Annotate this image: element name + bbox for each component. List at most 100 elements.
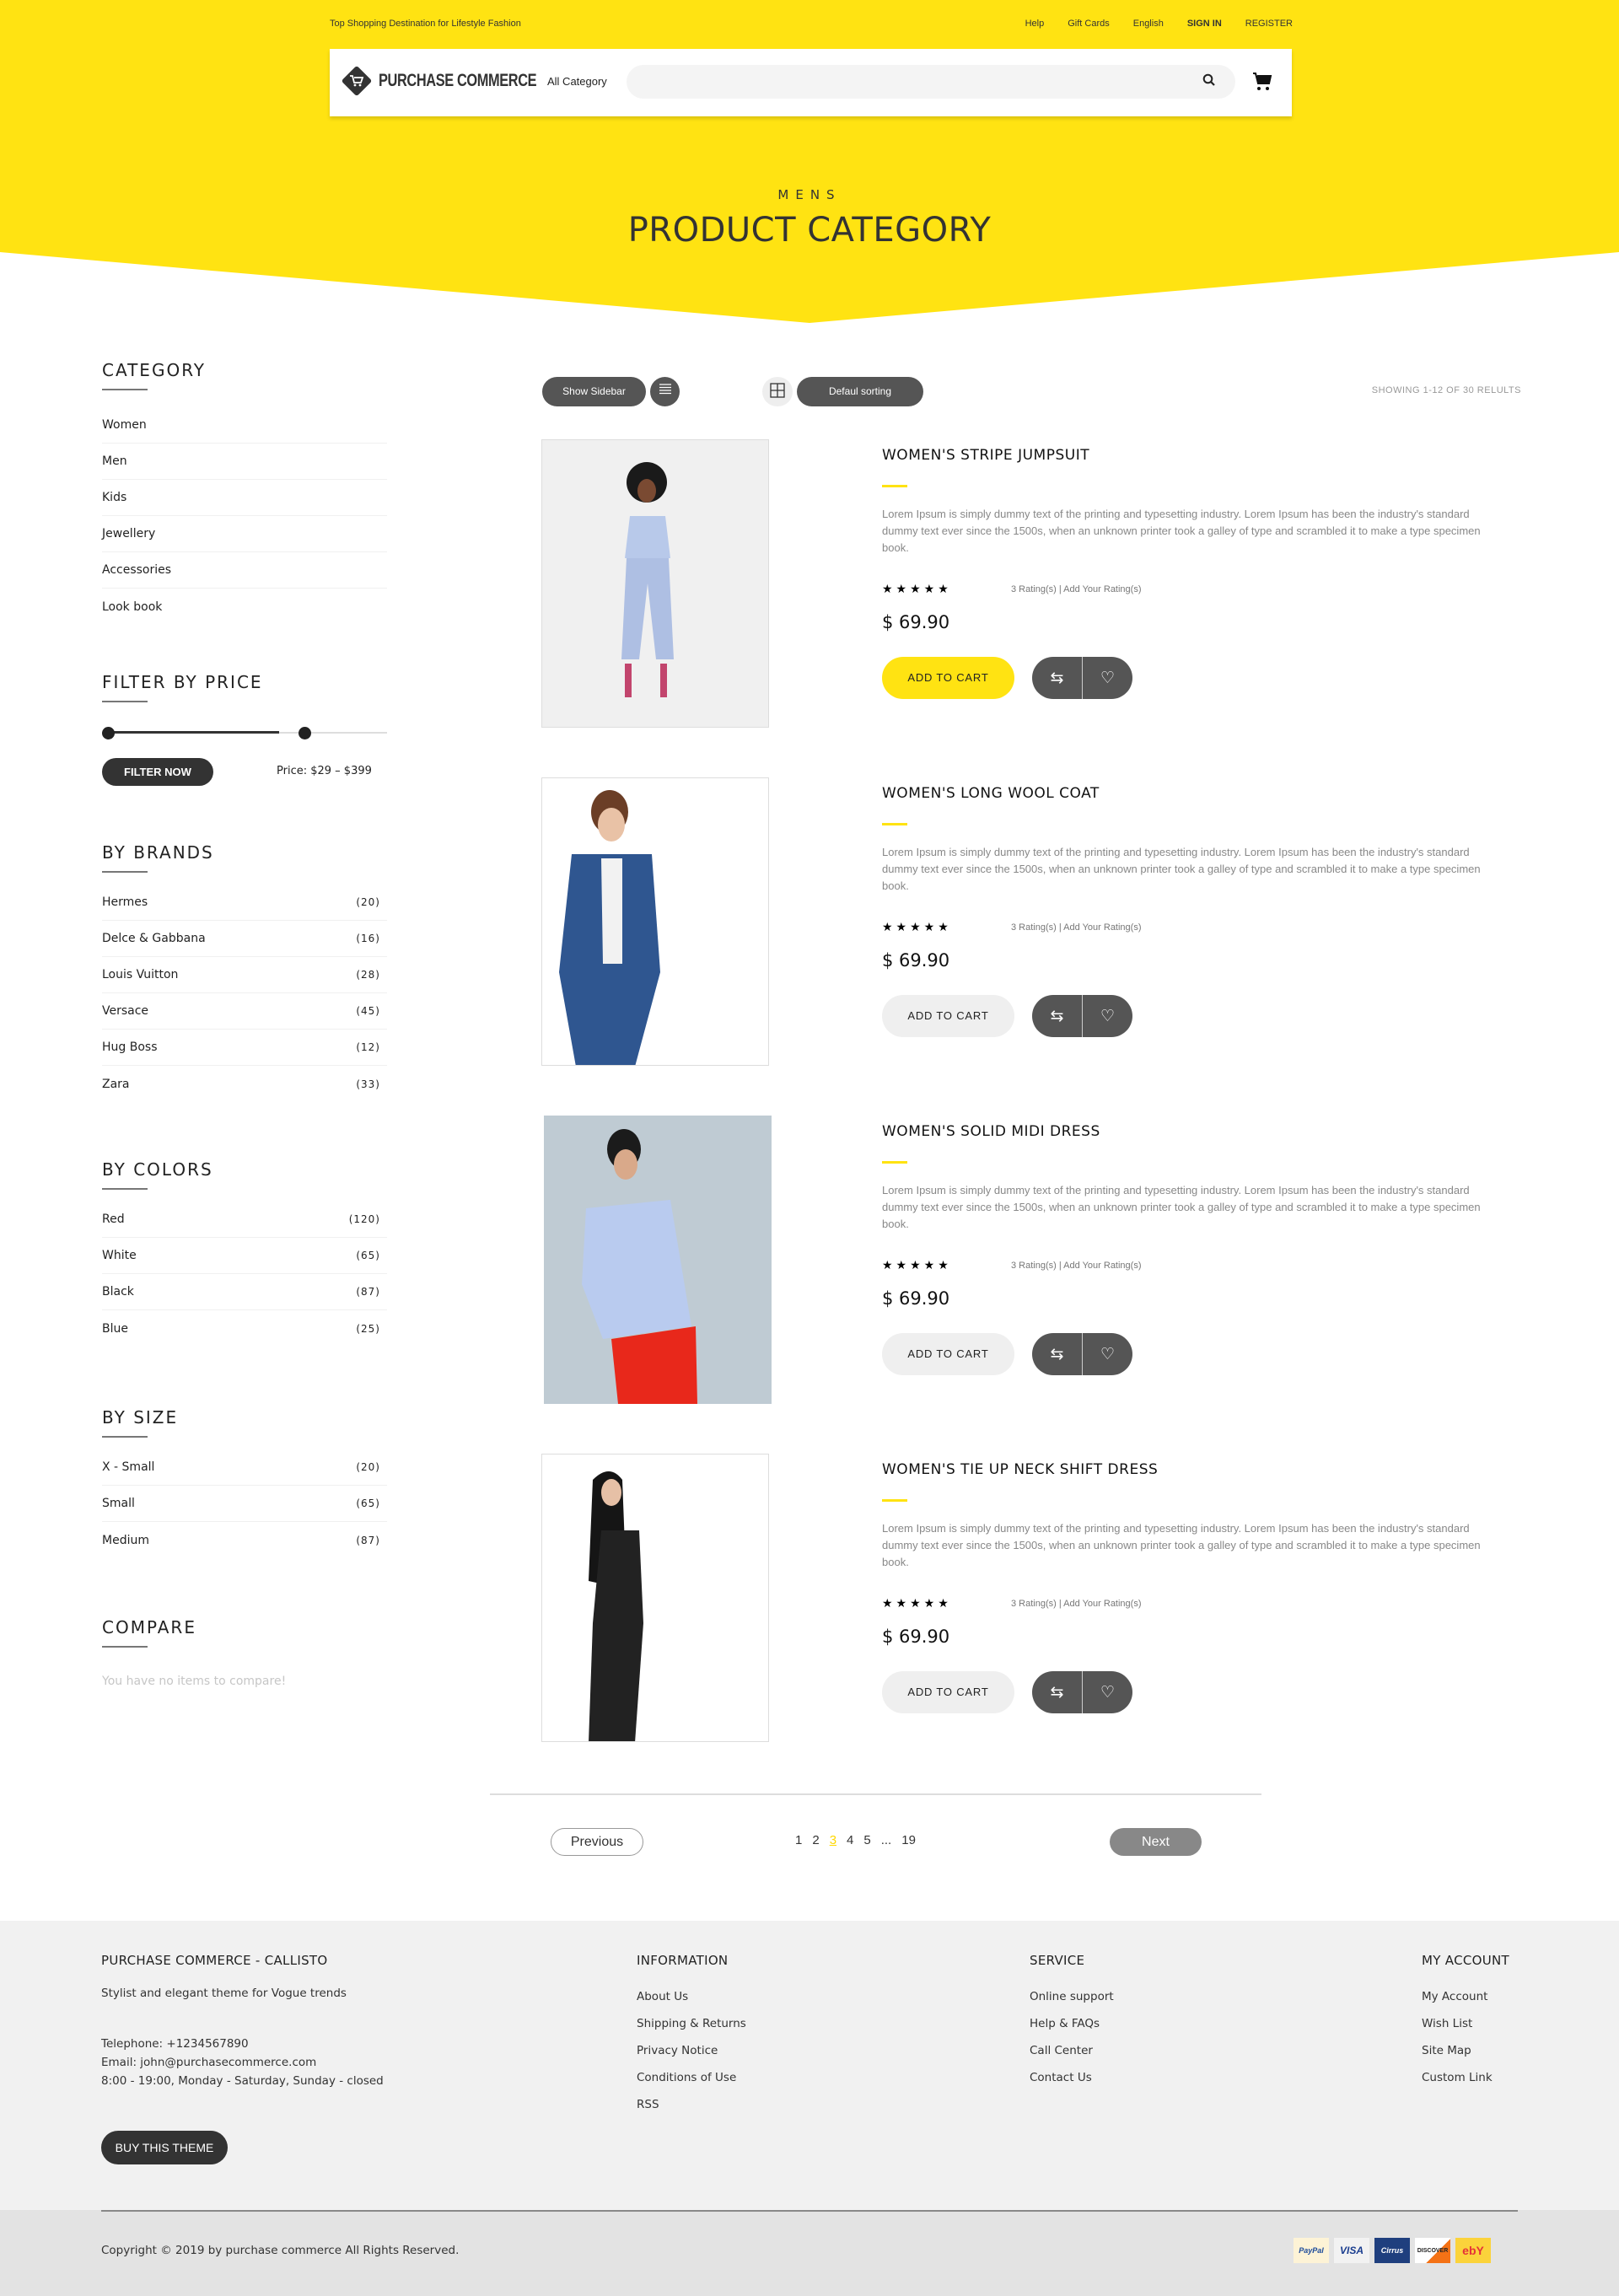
size-item[interactable]: Medium (87): [102, 1522, 387, 1558]
footer-about: PURCHASE COMMERCE - CALLISTO Stylist and…: [101, 1953, 384, 2088]
page-link[interactable]: 2: [812, 1833, 819, 1847]
rating-count-link[interactable]: 3 Rating(s) | Add Your Rating(s): [1011, 922, 1142, 933]
gift-cards-link[interactable]: Gift Cards: [1068, 19, 1110, 29]
heading-underline: [102, 389, 148, 390]
category-item[interactable]: Jewellery: [102, 516, 387, 552]
category-item[interactable]: Women: [102, 407, 387, 444]
compare-icon[interactable]: ⇆: [1032, 657, 1083, 699]
footer-link[interactable]: Privacy Notice: [637, 2037, 746, 2064]
product-image[interactable]: [541, 439, 769, 728]
language-link[interactable]: English: [1133, 19, 1164, 29]
brand-item[interactable]: Versace (45): [102, 993, 387, 1030]
product-image[interactable]: [541, 777, 769, 1066]
product-title[interactable]: WOMEN'S SOLID MIDI DRESS: [882, 1123, 1506, 1140]
footer-link[interactable]: Shipping & Returns: [637, 2010, 746, 2037]
logo[interactable]: PURCHASE COMMERCE: [341, 65, 581, 97]
footer-account-title: MY ACCOUNT: [1422, 1953, 1509, 1968]
help-link[interactable]: Help: [1025, 19, 1045, 29]
footer-link[interactable]: About Us: [637, 1983, 746, 2010]
footer-link[interactable]: Site Map: [1422, 2037, 1509, 2064]
sign-in-link[interactable]: SIGN IN: [1187, 19, 1222, 29]
brand-count: (16): [356, 933, 380, 944]
category-label: Accessories: [102, 563, 172, 577]
wishlist-heart-icon[interactable]: ♡: [1083, 1333, 1132, 1375]
brand-label: Zara: [102, 1077, 130, 1091]
page-link[interactable]: 19: [901, 1833, 916, 1847]
product-image[interactable]: [541, 1454, 769, 1742]
product-price: $ 69.90: [882, 1288, 950, 1309]
size-item[interactable]: Small (65): [102, 1486, 387, 1522]
brand-item[interactable]: Hermes (20): [102, 885, 387, 921]
price-range-slider[interactable]: [102, 727, 387, 739]
compare-empty-text: You have no items to compare!: [102, 1675, 287, 1688]
color-item[interactable]: Black (87): [102, 1274, 387, 1310]
top-links: Help Gift Cards English SIGN IN REGISTER: [1002, 19, 1293, 29]
footer-link[interactable]: Call Center: [1030, 2037, 1114, 2064]
rating-count-link[interactable]: 3 Rating(s) | Add Your Rating(s): [1011, 1261, 1142, 1271]
category-item[interactable]: Look book: [102, 589, 387, 625]
compare-icon[interactable]: ⇆: [1032, 1333, 1083, 1375]
heading-underline: [102, 1646, 148, 1648]
previous-page-button[interactable]: Previous: [551, 1828, 643, 1856]
slider-max-handle[interactable]: [298, 727, 311, 739]
wishlist-heart-icon[interactable]: ♡: [1083, 657, 1132, 699]
product-title[interactable]: WOMEN'S TIE UP NECK SHIFT DRESS: [882, 1461, 1506, 1478]
rating-count-link[interactable]: 3 Rating(s) | Add Your Rating(s): [1011, 584, 1142, 594]
compare-icon[interactable]: ⇆: [1032, 995, 1083, 1037]
color-item[interactable]: White (65): [102, 1238, 387, 1274]
brand-item[interactable]: Zara (33): [102, 1066, 387, 1102]
filter-now-button[interactable]: FILTER NOW: [102, 758, 213, 786]
brands-widget: BY BRANDS Hermes (20) Delce & Gabbana (16)…: [102, 842, 387, 1102]
footer-link[interactable]: Online support: [1030, 1983, 1114, 2010]
color-item[interactable]: Blue (25): [102, 1310, 387, 1347]
compare-icon[interactable]: ⇆: [1032, 1671, 1083, 1713]
product-description: Lorem Ipsum is simply dummy text of the …: [882, 508, 1481, 554]
search-input[interactable]: [627, 65, 1235, 99]
footer-link[interactable]: RSS: [637, 2091, 746, 2118]
page-link[interactable]: 1: [795, 1833, 802, 1847]
slider-min-handle[interactable]: [102, 727, 115, 739]
footer-link[interactable]: Contact Us: [1030, 2064, 1114, 2091]
category-item[interactable]: Kids: [102, 480, 387, 516]
add-to-cart-button[interactable]: ADD TO CART: [882, 1671, 1014, 1713]
product-image[interactable]: [544, 1116, 772, 1404]
add-to-cart-button[interactable]: ADD TO CART: [882, 995, 1014, 1037]
footer-link[interactable]: My Account: [1422, 1983, 1509, 2010]
footer-link[interactable]: Help & FAQs: [1030, 2010, 1114, 2037]
grid-view-button[interactable]: [762, 377, 793, 406]
page-link-current[interactable]: 3: [830, 1833, 836, 1847]
brand-count: (45): [356, 1005, 380, 1017]
buy-theme-button[interactable]: BUY THIS THEME: [101, 2131, 228, 2164]
shopping-cart-icon[interactable]: [1252, 72, 1272, 95]
list-view-button[interactable]: [650, 377, 680, 406]
category-item[interactable]: Men: [102, 444, 387, 480]
wishlist-heart-icon[interactable]: ♡: [1083, 1671, 1132, 1713]
size-item[interactable]: X - Small (20): [102, 1449, 387, 1486]
footer-link[interactable]: Custom Link: [1422, 2064, 1509, 2091]
show-sidebar-button[interactable]: Show Sidebar: [542, 377, 646, 406]
search-icon[interactable]: [1202, 73, 1219, 90]
rating-count-link[interactable]: 3 Rating(s) | Add Your Rating(s): [1011, 1599, 1142, 1609]
product-title[interactable]: WOMEN'S STRIPE JUMPSUIT: [882, 447, 1506, 464]
brand-item[interactable]: Louis Vuitton (28): [102, 957, 387, 993]
page-link[interactable]: 4: [847, 1833, 853, 1847]
sorting-select[interactable]: Defaul sorting: [797, 377, 923, 406]
next-page-button[interactable]: Next: [1110, 1828, 1202, 1856]
add-to-cart-button[interactable]: ADD TO CART: [882, 1333, 1014, 1375]
register-link[interactable]: REGISTER: [1245, 19, 1293, 29]
footer-tagline: Stylist and elegant theme for Vogue tren…: [101, 1987, 347, 2000]
footer-link[interactable]: Conditions of Use: [637, 2064, 746, 2091]
category-select[interactable]: All Category: [547, 75, 607, 88]
brand-item[interactable]: Delce & Gabbana (16): [102, 921, 387, 957]
footer-link[interactable]: Wish List: [1422, 2010, 1509, 2037]
product-title[interactable]: WOMEN'S LONG WOOL COAT: [882, 785, 1506, 802]
category-heading: CATEGORY: [102, 360, 207, 380]
brand-item[interactable]: Hug Boss (12): [102, 1030, 387, 1066]
product-actions: ADD TO CART ⇆ ♡: [882, 657, 1132, 699]
color-item[interactable]: Red (120): [102, 1202, 387, 1238]
category-item[interactable]: Accessories: [102, 552, 387, 589]
add-to-cart-button[interactable]: ADD TO CART: [882, 657, 1014, 699]
page-link[interactable]: 5: [863, 1833, 870, 1847]
star-rating-icons: ★★★★★: [882, 921, 952, 934]
wishlist-heart-icon[interactable]: ♡: [1083, 995, 1132, 1037]
